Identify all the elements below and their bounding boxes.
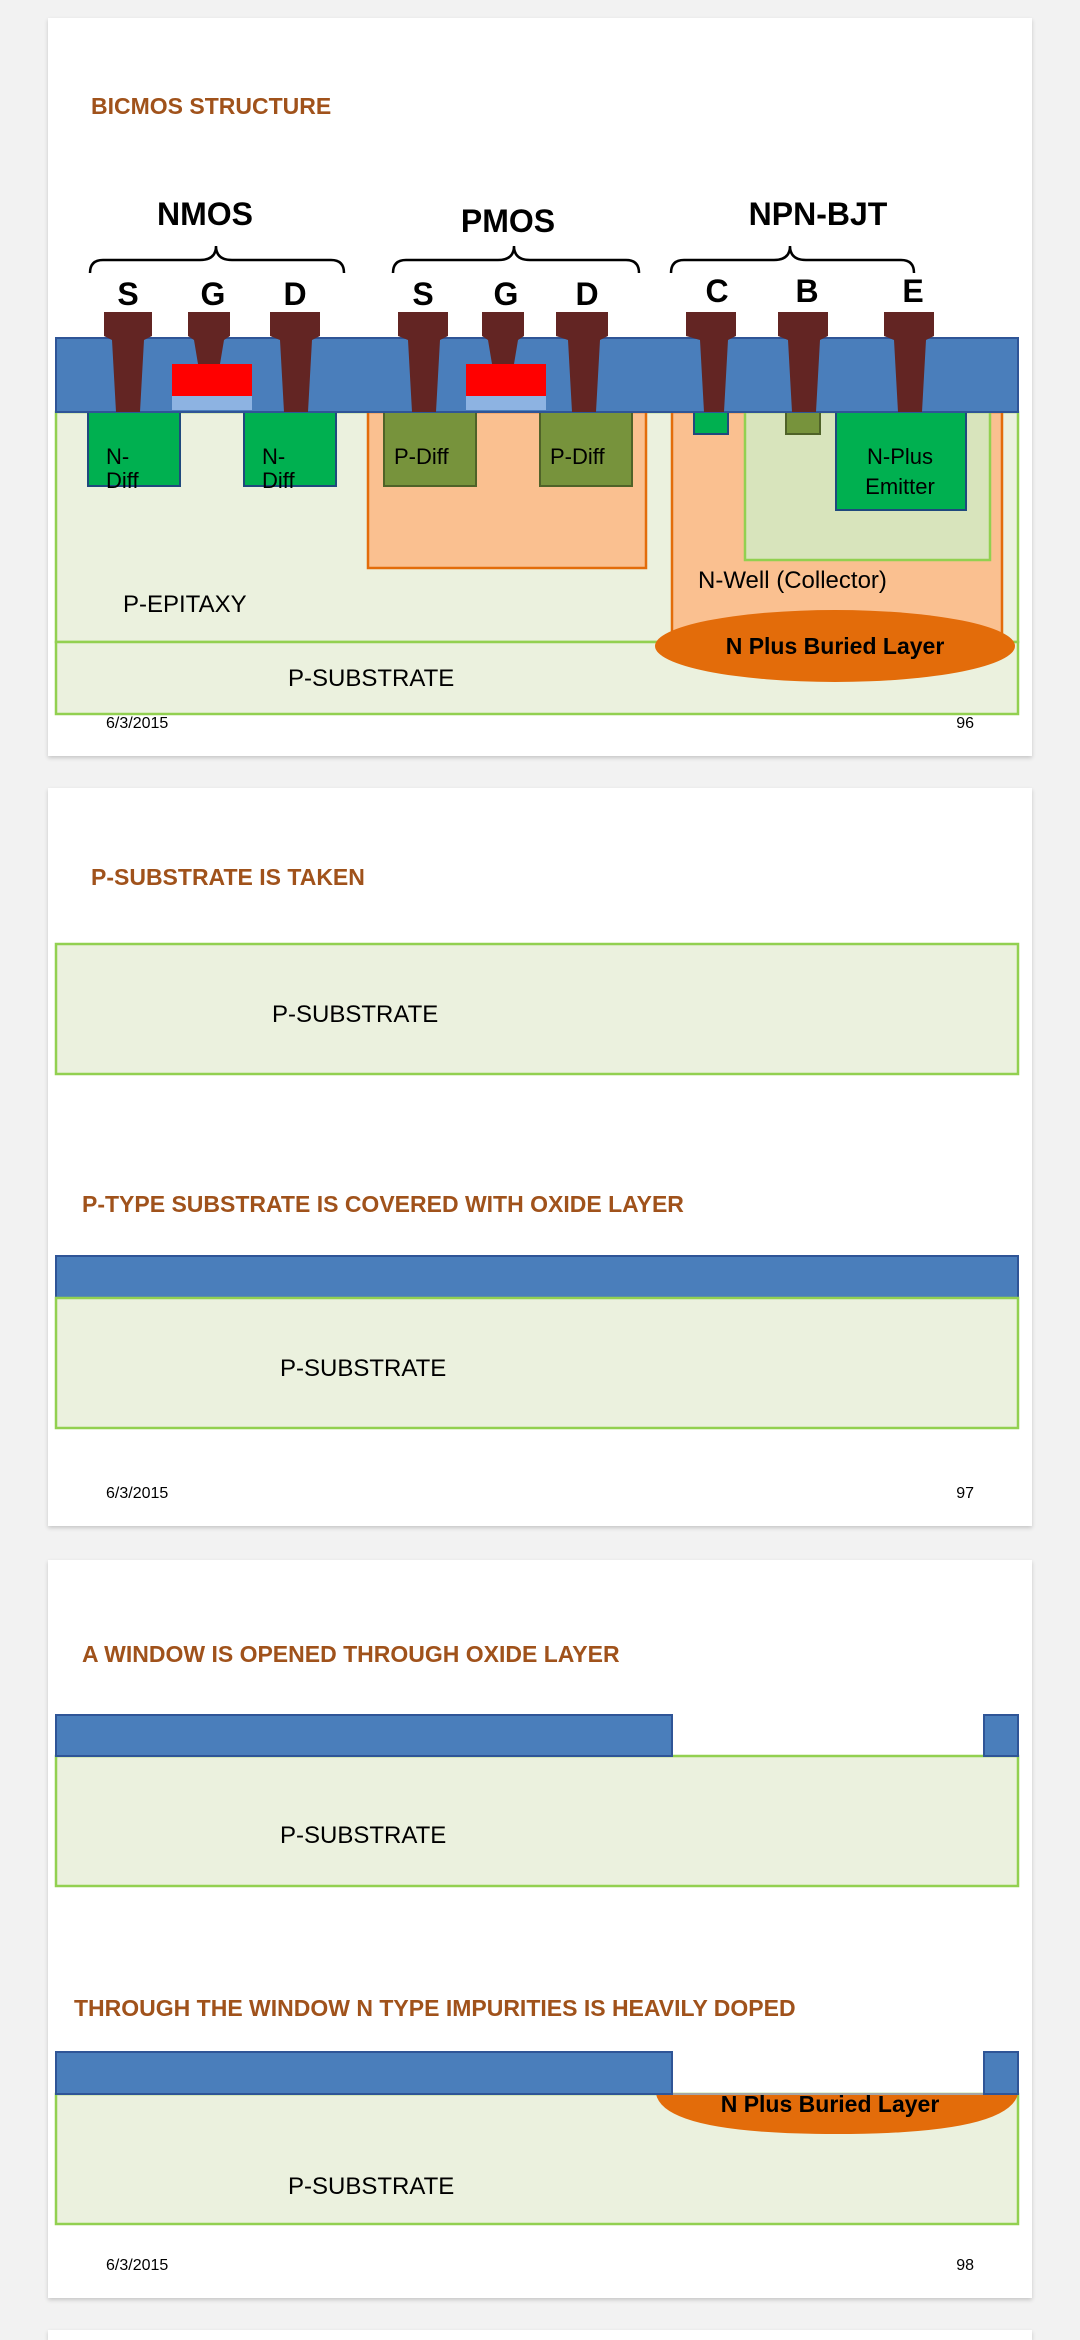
slide-96: BICMOS STRUCTURE NMOS PMOS NPN-BJT S G D… xyxy=(48,18,1032,756)
p-substrate-label-2: P-SUBSTRATE xyxy=(288,2173,454,2200)
window-doping-diagram: A WINDOW IS OPENED THROUGH OXIDE LAYER P… xyxy=(54,1641,1020,2274)
slide-number: 97 xyxy=(956,1485,974,1502)
base-contact-diff xyxy=(785,411,821,435)
collector-contact-diff xyxy=(693,411,729,435)
pmos-drain-label: D xyxy=(575,276,598,312)
slide-date: 6/3/2015 xyxy=(106,715,168,732)
nmos-gate-oxide xyxy=(172,396,252,410)
slide-title-1: P-SUBSTRATE IS TAKEN xyxy=(91,864,365,890)
p-substrate-label: P-SUBSTRATE xyxy=(288,665,454,692)
nmos-gate-label: G xyxy=(201,276,226,312)
document-viewer: BICMOS STRUCTURE NMOS PMOS NPN-BJT S G D… xyxy=(0,0,1080,2340)
slide-98: A WINDOW IS OPENED THROUGH OXIDE LAYER P… xyxy=(48,1560,1032,2298)
slide-97: P-SUBSTRATE IS TAKEN P-SUBSTRATE P-TYPE … xyxy=(48,788,1032,1526)
pmos-brace xyxy=(391,245,641,274)
slide-title: BICMOS STRUCTURE xyxy=(91,93,331,119)
p-substrate-label-2: P-SUBSTRATE xyxy=(280,1355,446,1382)
npn-bjt-label: NPN-BJT xyxy=(749,196,888,232)
pmos-drain-diff-label: P-Diff xyxy=(550,444,605,469)
buried-layer-label: N Plus Buried Layer xyxy=(726,633,945,659)
pmos-source-label: S xyxy=(412,276,433,312)
bicmos-diagram: BICMOS STRUCTURE NMOS PMOS NPN-BJT S G D… xyxy=(54,93,1020,732)
pmos-gate-label: G xyxy=(494,276,519,312)
collector-label: C xyxy=(705,273,728,309)
p-substrate-region-2 xyxy=(54,1296,1020,1430)
slide-title-2: THROUGH THE WINDOW N TYPE IMPURITIES IS … xyxy=(74,1995,796,2021)
buried-layer-label: N Plus Buried Layer xyxy=(721,2091,940,2117)
slide-99-peek xyxy=(48,2330,1032,2340)
p-substrate-region-1 xyxy=(54,942,1020,1076)
pmos-label: PMOS xyxy=(461,203,555,239)
slide-title-2: P-TYPE SUBSTRATE IS COVERED WITH OXIDE L… xyxy=(82,1191,684,1217)
slide-date: 6/3/2015 xyxy=(106,1485,168,1502)
nmos-drain-label: D xyxy=(283,276,306,312)
p-epitaxy-label: P-EPITAXY xyxy=(123,591,247,618)
n-well-label: N-Well (Collector) xyxy=(698,567,887,594)
nmos-poly-gate xyxy=(172,364,252,396)
npn-brace xyxy=(669,245,916,274)
oxide-layer-right xyxy=(983,2051,1019,2095)
pmos-poly-gate xyxy=(466,364,546,396)
oxide-layer-left xyxy=(55,1714,673,1757)
oxide-layer xyxy=(55,1255,1019,1299)
nmos-brace xyxy=(88,245,346,274)
p-substrate-label-1: P-SUBSTRATE xyxy=(272,1001,438,1028)
slide-title-1: A WINDOW IS OPENED THROUGH OXIDE LAYER xyxy=(82,1641,620,1667)
substrate-oxide-diagram: P-SUBSTRATE IS TAKEN P-SUBSTRATE P-TYPE … xyxy=(54,864,1020,1502)
slide-number: 96 xyxy=(956,715,974,732)
slide-date: 6/3/2015 xyxy=(106,2257,168,2274)
pmos-source-diff-label: P-Diff xyxy=(394,444,449,469)
slide-number: 98 xyxy=(956,2257,974,2274)
p-substrate-label-1: P-SUBSTRATE xyxy=(280,1822,446,1849)
oxide-layer-left xyxy=(55,2051,673,2095)
oxide-layer-right xyxy=(983,1714,1019,1757)
p-substrate-region-1 xyxy=(54,1754,1020,1888)
pmos-gate-oxide xyxy=(466,396,546,410)
nmos-source-label: S xyxy=(117,276,138,312)
base-label: B xyxy=(795,273,818,309)
emitter-label: E xyxy=(902,273,923,309)
nmos-label: NMOS xyxy=(157,196,253,232)
